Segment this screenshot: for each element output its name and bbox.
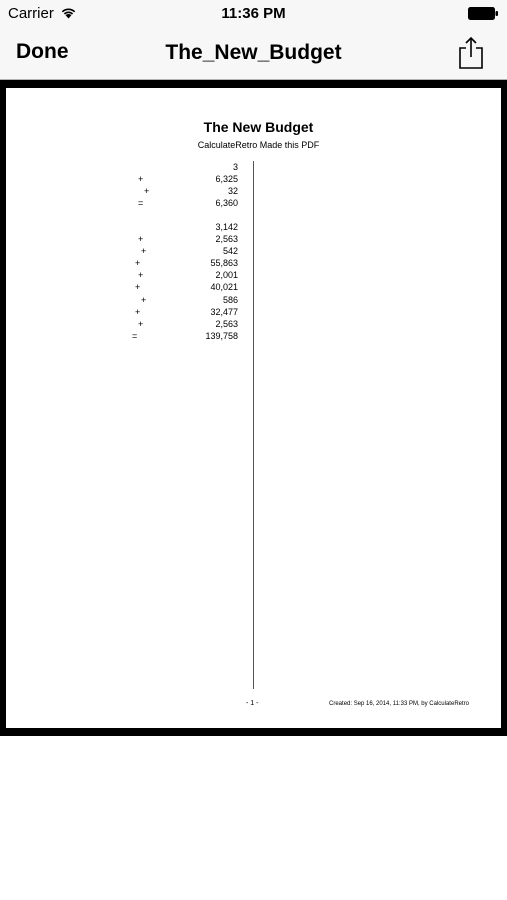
operator: + [138, 174, 144, 185]
calculation-row: + 2,001 [6, 269, 246, 281]
operator: + [138, 270, 144, 281]
value: 3,142 [215, 222, 238, 232]
value: 6,360 [215, 198, 238, 209]
calculation-row: + 32 [6, 185, 246, 197]
calculation-row: 3 [6, 161, 246, 173]
value: 542 [222, 246, 238, 257]
calculation-row: = 6,360 [6, 197, 246, 209]
value: 2,001 [215, 270, 238, 281]
done-button[interactable]: Done [16, 40, 69, 64]
calculation-row: + 32,477 [6, 306, 246, 318]
operator: = [132, 330, 138, 341]
operator: + [138, 234, 144, 245]
operator: = [138, 198, 144, 209]
value: 586 [222, 294, 238, 305]
calculation-row: 3,142 [6, 221, 246, 233]
calculation-row: + 2,563 [6, 233, 246, 245]
status-bar: Carrier 11:36 PM [0, 0, 507, 28]
calculation-row: + 2,563 [6, 318, 246, 330]
calculation-row: + 586 [6, 294, 246, 306]
calculation-row: + 40,021 [6, 281, 246, 293]
battery-icon [468, 7, 498, 20]
value: 55,863 [210, 258, 238, 269]
operator: + [135, 258, 141, 269]
value: 40,021 [210, 282, 238, 293]
pdf-viewer[interactable]: The New Budget CalculateRetro Made this … [0, 80, 507, 736]
value: 3 [232, 162, 238, 172]
pdf-page: The New Budget CalculateRetro Made this … [6, 88, 501, 728]
value: 32,477 [210, 306, 238, 317]
navigation-bar: Done The_New_Budget [0, 28, 507, 80]
page-title: The_New_Budget [165, 41, 342, 64]
operator: + [141, 294, 147, 305]
operator: + [138, 318, 144, 329]
created-footer: Created: Sep 16, 2014, 11:33 PM, by Calc… [329, 701, 469, 707]
share-button[interactable] [457, 36, 485, 70]
value: 6,325 [215, 174, 238, 185]
value: 139,758 [205, 330, 238, 341]
value: 2,563 [215, 318, 238, 329]
share-icon [459, 36, 483, 69]
calculation-block-2: 3,142 + 2,563 + 542 + 55,863 + 2,001 + 4… [6, 221, 246, 342]
operator: + [141, 246, 147, 257]
document-title: The New Budget [203, 119, 314, 135]
page-number: - 1 - [246, 700, 259, 707]
calculation-row: + 6,325 [6, 173, 246, 185]
clock: 11:36 PM [221, 5, 286, 22]
calculation-row: + 55,863 [6, 257, 246, 269]
operator: + [135, 306, 141, 317]
document-subtitle: CalculateRetro Made this PDF [197, 140, 320, 150]
calculation-row: + 542 [6, 245, 246, 257]
value: 2,563 [215, 234, 238, 245]
value: 32 [227, 186, 238, 197]
calculation-block-1: 3 + 6,325 + 32 = 6,360 [6, 161, 246, 209]
operator: + [135, 282, 141, 293]
column-divider [253, 161, 254, 689]
operator: + [144, 186, 150, 197]
calculation-row: = 139,758 [6, 330, 246, 342]
